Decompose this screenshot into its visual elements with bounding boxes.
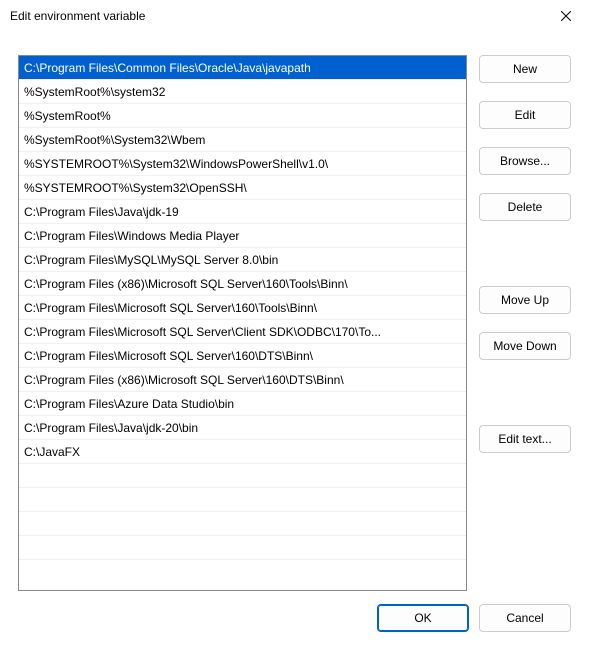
path-item[interactable] bbox=[19, 512, 466, 536]
move-up-button[interactable]: Move Up bbox=[479, 286, 571, 314]
path-list[interactable]: C:\Program Files\Common Files\Oracle\Jav… bbox=[18, 55, 467, 591]
window-title: Edit environment variable bbox=[10, 9, 145, 23]
path-item[interactable] bbox=[19, 464, 466, 488]
path-item[interactable]: C:\Program Files\Microsoft SQL Server\Cl… bbox=[19, 320, 466, 344]
delete-button[interactable]: Delete bbox=[479, 193, 571, 221]
new-button[interactable]: New bbox=[479, 55, 571, 83]
path-item[interactable]: C:\Program Files\Microsoft SQL Server\16… bbox=[19, 296, 466, 320]
path-item[interactable]: C:\Program Files\Java\jdk-19 bbox=[19, 200, 466, 224]
edit-text-button[interactable]: Edit text... bbox=[479, 425, 571, 453]
ok-button[interactable]: OK bbox=[377, 604, 469, 632]
path-item[interactable]: C:\Program Files\Common Files\Oracle\Jav… bbox=[19, 56, 466, 80]
path-item[interactable] bbox=[19, 536, 466, 560]
path-item[interactable]: C:\Program Files\Windows Media Player bbox=[19, 224, 466, 248]
path-item[interactable]: %SYSTEMROOT%\System32\OpenSSH\ bbox=[19, 176, 466, 200]
close-icon bbox=[561, 11, 571, 21]
path-item[interactable]: C:\Program Files (x86)\Microsoft SQL Ser… bbox=[19, 272, 466, 296]
path-item[interactable] bbox=[19, 488, 466, 512]
titlebar: Edit environment variable bbox=[0, 0, 589, 32]
path-item[interactable]: C:\Program Files\MySQL\MySQL Server 8.0\… bbox=[19, 248, 466, 272]
close-button[interactable] bbox=[543, 0, 589, 32]
path-item[interactable]: C:\Program Files\Java\jdk-20\bin bbox=[19, 416, 466, 440]
path-item[interactable]: C:\Program Files\Microsoft SQL Server\16… bbox=[19, 344, 466, 368]
side-button-panel: New Edit Browse... Delete Move Up Move D… bbox=[479, 55, 571, 591]
content-area: C:\Program Files\Common Files\Oracle\Jav… bbox=[18, 55, 571, 591]
move-down-button[interactable]: Move Down bbox=[479, 332, 571, 360]
path-item[interactable]: C:\Program Files\Azure Data Studio\bin bbox=[19, 392, 466, 416]
path-item[interactable]: %SystemRoot%\System32\Wbem bbox=[19, 128, 466, 152]
path-item[interactable]: C:\Program Files (x86)\Microsoft SQL Ser… bbox=[19, 368, 466, 392]
path-item[interactable]: %SystemRoot% bbox=[19, 104, 466, 128]
cancel-button[interactable]: Cancel bbox=[479, 604, 571, 632]
browse-button[interactable]: Browse... bbox=[479, 147, 571, 175]
footer-buttons: OK Cancel bbox=[377, 604, 571, 632]
path-item[interactable]: %SystemRoot%\system32 bbox=[19, 80, 466, 104]
path-item[interactable]: C:\JavaFX bbox=[19, 440, 466, 464]
path-item[interactable]: %SYSTEMROOT%\System32\WindowsPowerShell\… bbox=[19, 152, 466, 176]
edit-button[interactable]: Edit bbox=[479, 101, 571, 129]
